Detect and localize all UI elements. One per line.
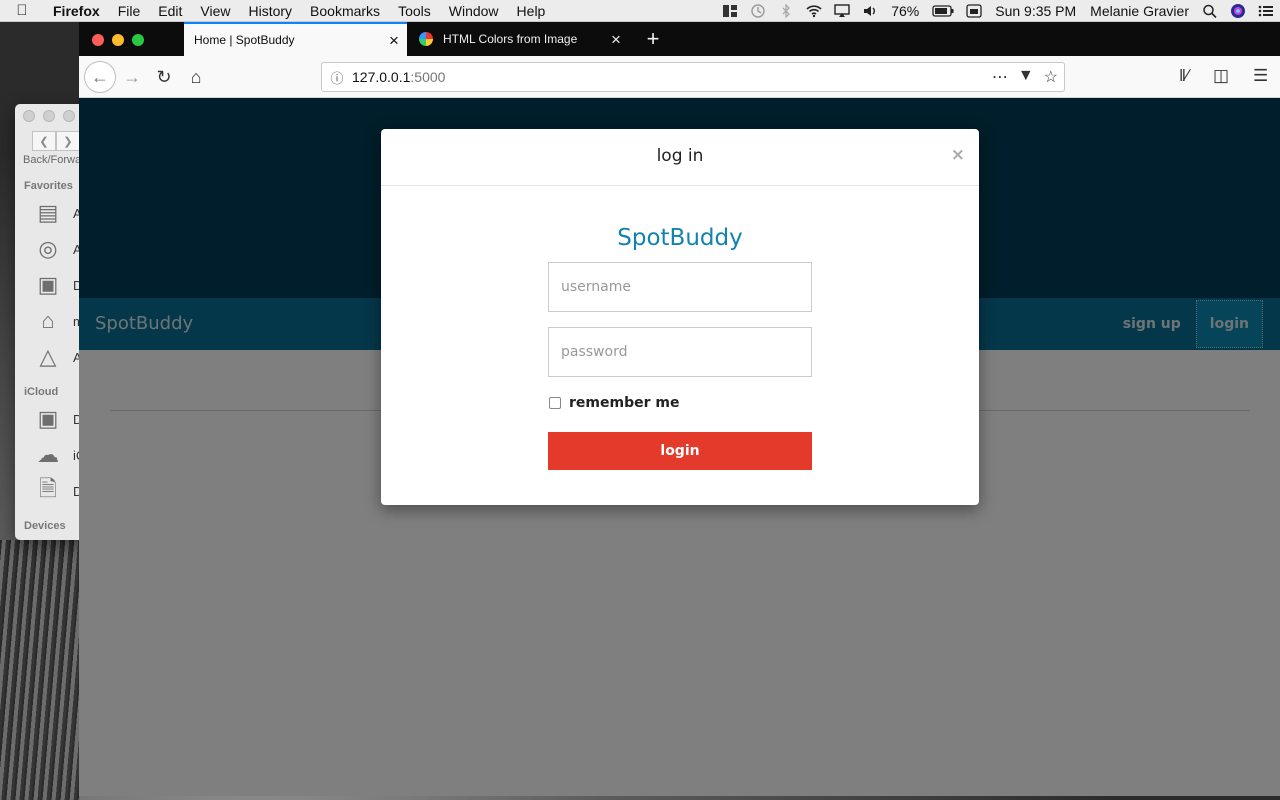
tab-home-spotbuddy[interactable]: Home | SpotBuddy × (184, 22, 407, 56)
user-name[interactable]: Melanie Gravier (1083, 3, 1196, 19)
menu-window[interactable]: Window (440, 3, 508, 19)
modal-header: log in × (381, 129, 979, 186)
airdrop-icon: ◎ (38, 236, 58, 261)
clock[interactable]: Sun 9:35 PM (988, 3, 1083, 19)
volume-icon[interactable] (862, 4, 878, 18)
menu-help[interactable]: Help (508, 3, 555, 19)
finder-sidebar-item[interactable]: ☁iC (31, 440, 85, 470)
menu-tools[interactable]: Tools (389, 3, 440, 19)
airplay-icon[interactable] (834, 4, 850, 18)
inbox-tray-icon: ▤ (37, 200, 59, 225)
password-input[interactable] (548, 327, 812, 377)
tab-bar: Home | SpotBuddy × HTML Colors from Imag… (79, 22, 1280, 56)
finder-sidebar-item[interactable]: ◎ A (31, 234, 81, 264)
finder-minimize-button[interactable] (43, 110, 55, 122)
menu-view[interactable]: View (191, 3, 239, 19)
finder-favorites-heading: Favorites (24, 180, 73, 192)
siri-icon[interactable] (1230, 3, 1246, 19)
remember-me-label[interactable]: remember me (569, 395, 679, 411)
finder-icloud-heading: iCloud (24, 386, 59, 398)
forward-arrow-icon[interactable]: → (117, 62, 147, 92)
tab-title: Home | SpotBuddy (194, 33, 295, 47)
documents-icon: 🗎 (39, 476, 57, 501)
spotlight-search-icon[interactable] (1202, 4, 1218, 18)
tab-html-colors[interactable]: HTML Colors from Image × (407, 22, 629, 56)
home-folder-icon: ⌂ (41, 308, 55, 333)
back-arrow-icon[interactable]: ← (84, 61, 116, 93)
username-input[interactable] (548, 262, 812, 312)
window-minimize-button[interactable] (112, 34, 124, 46)
modal-title: log in (656, 146, 704, 166)
sidebar-toggle-icon[interactable]: ◫ (1213, 66, 1229, 86)
library-icon[interactable]: ‖∕ (1179, 66, 1189, 86)
status-tray: 76% Sun 9:35 PM Melanie Gravier (716, 0, 1280, 22)
finder-sidebar-item[interactable]: △ A (31, 342, 82, 372)
web-page: SpotBuddy sign up login log in × SpotBud… (79, 98, 1280, 796)
finder-devices-heading: Devices (24, 520, 66, 532)
menu-history[interactable]: History (239, 3, 301, 19)
notification-center-icon[interactable] (1258, 4, 1274, 18)
window-traffic-lights (92, 34, 144, 46)
finder-traffic-lights (23, 110, 75, 122)
wallpaper-trees (0, 540, 80, 800)
window-zoom-button[interactable] (132, 34, 144, 46)
home-icon[interactable]: ⌂ (181, 62, 211, 92)
finder-sidebar-item[interactable]: 🗎 D (31, 476, 82, 506)
battery-icon[interactable] (932, 4, 954, 18)
time-machine-icon[interactable] (750, 4, 766, 18)
new-tab-icon[interactable]: + (641, 26, 665, 52)
login-submit-button[interactable]: login (548, 432, 812, 470)
url-bar[interactable]: ⓘ 127.0.0.1:5000 ⋯ ▼ ☆ (321, 62, 1065, 92)
wifi-icon[interactable] (806, 4, 822, 18)
macos-menu-bar:  Firefox File Edit View History Bookmar… (0, 0, 1280, 22)
window-close-button[interactable] (92, 34, 104, 46)
navigation-toolbar: ← → ↻ ⌂ ⓘ 127.0.0.1:5000 ⋯ ▼ ☆ ‖∕ ◫ ☰ (79, 56, 1280, 98)
finder-sidebar-item[interactable]: ⌂m (31, 306, 84, 336)
menu-bookmarks[interactable]: Bookmarks (301, 3, 389, 19)
finder-sidebar-item[interactable]: ▣ D (31, 404, 83, 434)
battery-percent: 76% (891, 3, 920, 19)
finder-sidebar-item[interactable]: ▤ A (31, 198, 82, 228)
finder-close-button[interactable] (23, 110, 35, 122)
tab-close-icon[interactable]: × (603, 31, 629, 48)
applications-icon: △ (39, 344, 57, 369)
desktop-folder-icon: ▣ (37, 272, 59, 297)
bookmark-star-icon[interactable]: ☆ (1044, 67, 1058, 87)
dashboard-icon[interactable] (722, 4, 738, 18)
hamburger-menu-icon[interactable]: ☰ (1253, 66, 1268, 86)
calendar-icon[interactable] (966, 4, 982, 18)
url-port: :5000 (410, 69, 446, 85)
login-modal: log in × SpotBuddy remember me login (381, 129, 979, 505)
color-wheel-favicon-icon (419, 32, 433, 46)
tab-title: HTML Colors from Image (443, 32, 578, 46)
tab-close-icon[interactable]: × (381, 32, 407, 49)
url-bar-actions: ⋯ ▼ ☆ (992, 67, 1058, 87)
firefox-window: Home | SpotBuddy × HTML Colors from Imag… (79, 22, 1280, 796)
remember-me-checkbox[interactable] (549, 397, 561, 409)
finder-sidebar-item[interactable]: ▣ D (31, 270, 83, 300)
finder-nav-buttons: ❮ ❯ (32, 131, 80, 151)
icloud-desktop-icon: ▣ (37, 406, 59, 431)
apple-menu-icon[interactable]:  (0, 2, 44, 19)
modal-brand-heading: SpotBuddy (617, 225, 743, 251)
pocket-icon[interactable]: ▼ (1018, 67, 1034, 87)
site-info-icon[interactable]: ⓘ (322, 68, 352, 87)
menu-app-firefox[interactable]: Firefox (44, 3, 109, 19)
finder-zoom-button[interactable] (63, 110, 75, 122)
menu-file[interactable]: File (109, 3, 150, 19)
url-host: 127.0.0.1 (352, 69, 411, 85)
modal-close-icon[interactable]: × (951, 145, 965, 165)
reload-icon[interactable]: ↻ (149, 62, 179, 92)
finder-forward-icon[interactable]: ❯ (56, 131, 80, 151)
cloud-icon: ☁ (37, 442, 59, 467)
page-actions-icon[interactable]: ⋯ (992, 67, 1008, 87)
menu-edit[interactable]: Edit (149, 3, 191, 19)
bluetooth-icon[interactable] (778, 4, 794, 18)
finder-back-icon[interactable]: ❮ (32, 131, 56, 151)
remember-me-row[interactable]: remember me (549, 395, 679, 411)
